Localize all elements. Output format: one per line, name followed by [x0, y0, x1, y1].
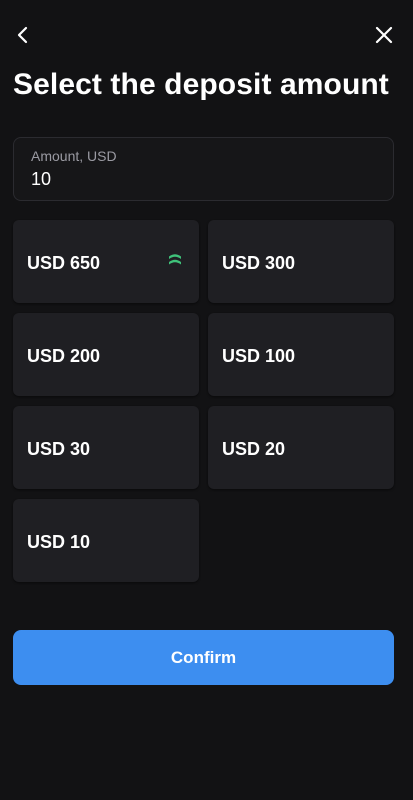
amount-option-label: USD 30	[27, 439, 91, 459]
amount-option-200[interactable]: USD 200	[13, 313, 199, 396]
back-button[interactable]	[8, 20, 38, 50]
top-bar	[0, 0, 413, 70]
amount-option-label: USD 200	[27, 346, 101, 366]
amount-option-10[interactable]: USD 10	[13, 499, 199, 582]
amount-option-300[interactable]: USD 300	[208, 220, 394, 303]
bonus-badge-icon	[169, 254, 181, 265]
close-icon	[375, 26, 393, 44]
page-title: Select the deposit amount	[13, 68, 389, 101]
chevron-left-icon	[17, 26, 28, 44]
amount-input[interactable]	[31, 169, 371, 190]
amount-option-label: USD 300	[222, 253, 296, 273]
amount-option-30[interactable]: USD 30	[13, 406, 199, 489]
amount-option-650[interactable]: USD 650	[13, 220, 199, 303]
confirm-button[interactable]: Confirm	[13, 630, 394, 685]
amount-option-20[interactable]: USD 20	[208, 406, 394, 489]
amount-option-label: USD 100	[222, 346, 296, 366]
amount-option-label: USD 20	[222, 439, 286, 459]
amount-field[interactable]: Amount, USD	[13, 137, 394, 201]
amount-label: Amount, USD	[31, 148, 117, 164]
close-button[interactable]	[369, 20, 399, 50]
amount-option-label: USD 650	[27, 253, 101, 273]
amount-option-100[interactable]: USD 100	[208, 313, 394, 396]
amount-option-label: USD 10	[27, 532, 91, 552]
